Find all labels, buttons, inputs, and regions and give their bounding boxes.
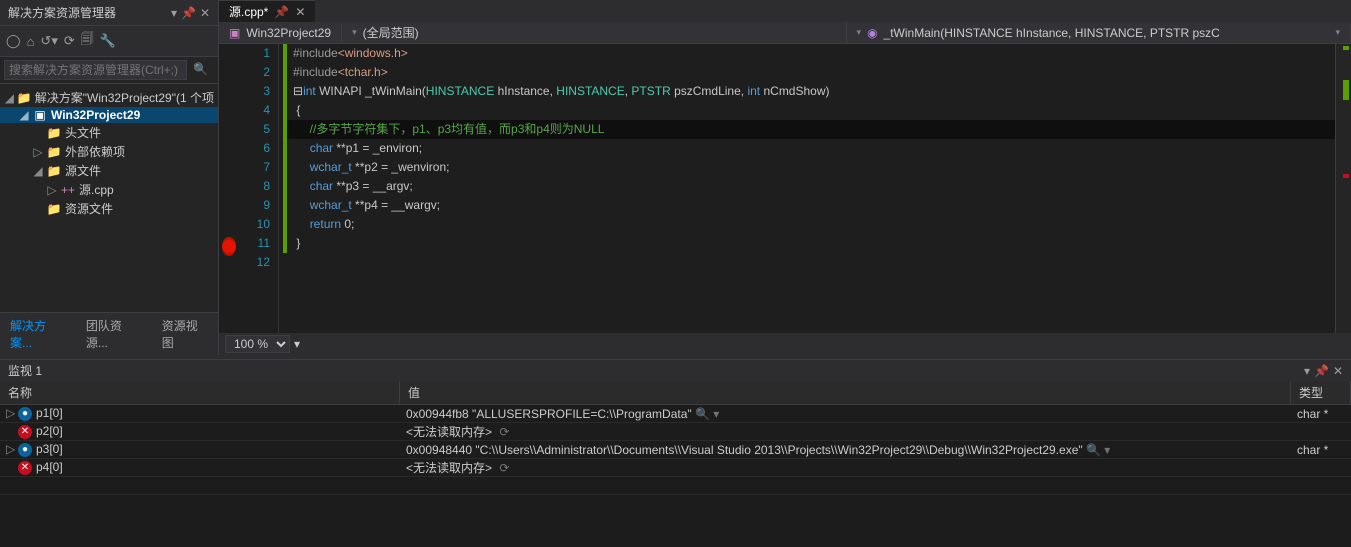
watch-value: <无法读取内存> bbox=[406, 425, 492, 439]
watch-value: 0x00948440 "C:\\Users\\Administrator\\Do… bbox=[406, 443, 1083, 457]
nav-scope[interactable]: ▾(全局范围) bbox=[342, 22, 846, 43]
line-numbers: 123456789101112 bbox=[239, 44, 279, 333]
tab-solution[interactable]: 解决方案... bbox=[0, 313, 76, 355]
home-icon[interactable]: ⌂ bbox=[27, 34, 35, 49]
header-type[interactable]: 类型 bbox=[1291, 381, 1351, 404]
pin-icon[interactable]: 📌 bbox=[1314, 364, 1329, 378]
pin-icon[interactable]: 📌 bbox=[274, 5, 289, 19]
watch-value: <无法读取内存> bbox=[406, 461, 492, 475]
show-all-icon[interactable]: 🗐 bbox=[81, 30, 94, 52]
refresh-icon[interactable]: ⟳ bbox=[64, 33, 75, 49]
code-body[interactable]: #include<windows.h> #include<tchar.h> ⊟i… bbox=[279, 44, 1335, 333]
watch-value: 0x00944fb8 "ALLUSERSPROFILE=C:\\ProgramD… bbox=[406, 407, 692, 421]
document-tab[interactable]: 源.cpp* 📌 ✕ bbox=[219, 0, 315, 22]
watch-name: p1[0] bbox=[36, 406, 63, 420]
close-icon[interactable]: ✕ bbox=[1333, 364, 1343, 378]
watch-panel: 监视 1 ▾ 📌 ✕ 名称 值 类型 ▷●p1[0]0x00944fb8 "AL… bbox=[0, 359, 1351, 547]
watch-name: p4[0] bbox=[36, 460, 63, 474]
search-input[interactable] bbox=[4, 60, 187, 80]
ok-icon: ● bbox=[18, 443, 32, 457]
tab-team[interactable]: 团队资源... bbox=[76, 313, 152, 355]
visualizer-icon[interactable]: 🔍 ▾ bbox=[1086, 443, 1110, 457]
tree-headers[interactable]: 📁头文件 bbox=[0, 123, 218, 142]
breakpoint-icon[interactable] bbox=[222, 237, 236, 256]
overview-ruler[interactable] bbox=[1335, 44, 1351, 333]
panel-title: 解决方案资源管理器 bbox=[8, 4, 116, 21]
nav-project[interactable]: ▣Win32Project29 bbox=[219, 24, 342, 42]
tree-source[interactable]: ◢📁源文件 bbox=[0, 161, 218, 180]
expand-icon[interactable]: ▷ bbox=[6, 442, 16, 456]
tree-resources[interactable]: 📁资源文件 bbox=[0, 199, 218, 218]
dropdown-icon[interactable]: ▾ bbox=[1304, 364, 1310, 378]
refresh-icon[interactable]: ⟳ bbox=[499, 425, 509, 439]
tree-solution-root[interactable]: ◢📁解决方案"Win32Project29"(1 个项 bbox=[0, 88, 218, 107]
watch-header: 名称 值 类型 bbox=[0, 381, 1351, 405]
refresh-icon[interactable]: ⟳ bbox=[499, 461, 509, 475]
watch-row[interactable]: ▷● p1[0] 0x00944fb8 "ALLUSERSPROFILE=C:\\P… bbox=[0, 405, 1351, 423]
watch-row-empty[interactable] bbox=[0, 477, 1351, 495]
search-icon[interactable]: 🔍 bbox=[187, 60, 214, 80]
properties-icon[interactable]: 🔧 bbox=[100, 33, 116, 49]
nav-function[interactable]: ▾◉_tWinMain(HINSTANCE hInstance, HINSTAN… bbox=[847, 24, 1351, 42]
solution-tree: ◢📁解决方案"Win32Project29"(1 个项 ◢▣Win32Proje… bbox=[0, 84, 218, 312]
watch-type: char * bbox=[1297, 407, 1328, 421]
close-icon[interactable]: ✕ bbox=[295, 5, 305, 19]
expand-icon[interactable]: ▷ bbox=[6, 406, 16, 420]
ok-icon: ● bbox=[18, 407, 32, 421]
zoom-select[interactable]: 100 % bbox=[225, 335, 290, 353]
visualizer-icon[interactable]: 🔍 ▾ bbox=[695, 407, 719, 421]
solution-toolbar: ◯ ⌂ ↺▾ ⟳ 🗐 🔧 bbox=[0, 26, 218, 57]
glyph-margin[interactable] bbox=[219, 44, 239, 333]
back-icon[interactable]: ◯ bbox=[6, 33, 21, 49]
tab-resource-view[interactable]: 资源视图 bbox=[152, 313, 218, 355]
close-icon[interactable]: ✕ bbox=[200, 6, 210, 20]
header-name[interactable]: 名称 bbox=[0, 381, 400, 404]
tree-project[interactable]: ◢▣Win32Project29 bbox=[0, 107, 218, 123]
pin-icon[interactable]: 📌 bbox=[181, 6, 196, 20]
watch-row[interactable]: ✕ p4[0] <无法读取内存> ⟳ bbox=[0, 459, 1351, 477]
header-value[interactable]: 值 bbox=[400, 381, 1291, 404]
tree-external[interactable]: ▷📁外部依赖项 bbox=[0, 142, 218, 161]
navigation-bar: ▣Win32Project29 ▾(全局范围) ▾◉_tWinMain(HINS… bbox=[219, 22, 1351, 44]
watch-name: p3[0] bbox=[36, 442, 63, 456]
dropdown-icon[interactable]: ▾ bbox=[171, 6, 177, 20]
error-icon: ✕ bbox=[18, 425, 32, 439]
tab-label: 源.cpp* bbox=[229, 3, 268, 20]
document-tabs: 源.cpp* 📌 ✕ bbox=[219, 0, 1351, 22]
editor-area: 源.cpp* 📌 ✕ ▣Win32Project29 ▾(全局范围) ▾◉_tW… bbox=[219, 0, 1351, 355]
watch-row[interactable]: ▷● p3[0] 0x00948440 "C:\\Users\\Administra… bbox=[0, 441, 1351, 459]
sync-icon[interactable]: ↺▾ bbox=[40, 33, 57, 49]
watch-name: p2[0] bbox=[36, 424, 63, 438]
watch-row[interactable]: ✕ p2[0] <无法读取内存> ⟳ bbox=[0, 423, 1351, 441]
solution-explorer-panel: 解决方案资源管理器 ▾ 📌 ✕ ◯ ⌂ ↺▾ ⟳ 🗐 🔧 🔍 ◢📁解决方案"Wi… bbox=[0, 0, 219, 355]
tree-source-file[interactable]: ▷++源.cpp bbox=[0, 180, 218, 199]
error-icon: ✕ bbox=[18, 461, 32, 475]
zoom-dropdown-icon[interactable]: ▾ bbox=[294, 337, 300, 351]
watch-title: 监视 1 bbox=[8, 362, 42, 379]
watch-type: char * bbox=[1297, 443, 1328, 457]
